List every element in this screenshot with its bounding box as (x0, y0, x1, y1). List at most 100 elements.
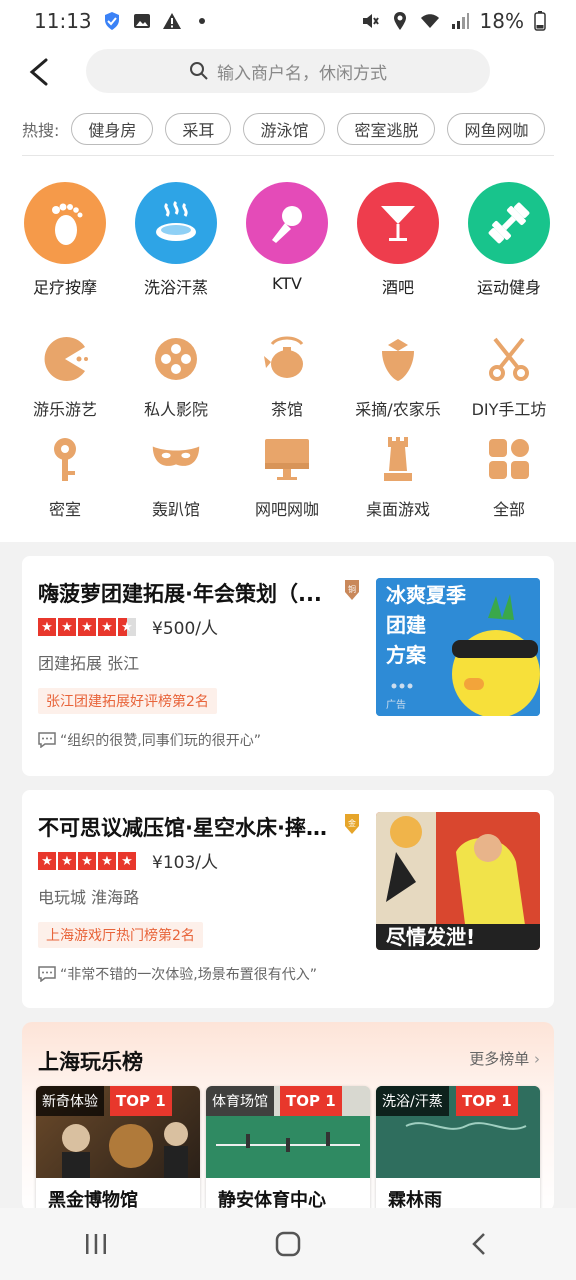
shield-icon (104, 12, 119, 30)
rank-badge[interactable]: 张江团建拓展好评榜第2名 (38, 688, 217, 714)
svg-text:广告: 广告 (386, 698, 406, 711)
home-icon[interactable] (274, 1230, 302, 1258)
category-ktv[interactable]: KTV (237, 182, 337, 293)
teapot-icon (262, 334, 312, 384)
ranking-card[interactable]: 体育场馆 TOP 1 静安体育中心 (206, 1086, 370, 1216)
category-diy[interactable]: DIY手工坊 (454, 334, 564, 420)
category-label: 茶馆 (270, 400, 303, 419)
chess-icon (373, 434, 423, 484)
ranking-title: 上海玩乐榜 (38, 1050, 143, 1074)
bath-icon (135, 182, 217, 264)
battery-icon (534, 11, 546, 31)
merchant-thumbnail: 冰爽夏季 团建 方案 广告 (376, 578, 540, 716)
star-icon: ★ (58, 852, 76, 870)
scissors-icon (484, 334, 534, 384)
half-star-icon: ★ (118, 618, 136, 636)
search-input[interactable]: 输入商户名，休闲方式 (86, 49, 490, 93)
category-foot-massage[interactable]: 足疗按摩 (15, 182, 115, 298)
star-icon: ★ (118, 852, 136, 870)
chevron-right-icon: › (534, 1050, 540, 1068)
category-label: 网吧网咖 (254, 500, 319, 519)
warning-icon (162, 13, 181, 29)
signal-icon (451, 13, 469, 29)
search-placeholder: 输入商户名，休闲方式 (217, 63, 387, 84)
hot-chip[interactable]: 密室逃脱 (337, 113, 436, 145)
top-badge: TOP 1 (456, 1086, 518, 1116)
category-fitness[interactable]: 运动健身 (459, 182, 559, 298)
hot-searches: 热搜: 健身房 采耳 游泳馆 密室逃脱 网鱼网咖 (0, 102, 576, 156)
search-bar: 输入商户名，休闲方式 (0, 42, 576, 102)
review-text: “非常不错的一次体验,场景布置很有代入” (60, 967, 317, 983)
star-icon: ★ (98, 618, 116, 636)
more-rankings-link[interactable]: 更多榜单 › (469, 1048, 540, 1069)
star-icon: ★ (38, 618, 56, 636)
strawberry-icon (373, 334, 423, 384)
category-bath[interactable]: 洗浴汗蒸 (126, 182, 226, 298)
gallery-icon (133, 14, 150, 28)
top-badge: TOP 1 (280, 1086, 342, 1116)
star-icon: ★ (78, 618, 96, 636)
hot-chip[interactable]: 游泳馆 (243, 113, 326, 145)
category-private-cinema[interactable]: 私人影院 (121, 334, 231, 420)
star-icon: ★ (38, 852, 56, 870)
merchant-tags: 电玩城 淮海路 (38, 888, 140, 907)
search-icon (190, 62, 208, 80)
category-party-house[interactable]: 轰趴馆 (121, 434, 231, 520)
review-text: “组织的很赞,同事们玩的很开心” (60, 733, 261, 749)
key-icon (40, 434, 90, 484)
hot-chip[interactable]: 健身房 (71, 113, 154, 145)
recent-apps-icon[interactable] (82, 1230, 110, 1258)
category-label: 全部 (492, 500, 525, 519)
category-farm[interactable]: 采摘/农家乐 (343, 334, 453, 420)
gold-medal-icon: 金 (345, 814, 359, 834)
category-label: 足疗按摩 (32, 278, 97, 297)
category-label: DIY手工坊 (471, 400, 547, 419)
mute-icon (362, 14, 379, 28)
location-icon (393, 12, 406, 30)
comment-icon (38, 732, 56, 748)
merchant-card[interactable]: 不可思议减压馆·星空水床·摔... 金 ★ ★ ★ ★ ★ ¥103/人 电玩城… (22, 790, 554, 1008)
comment-icon (38, 966, 56, 982)
category-internet-cafe[interactable]: 网吧网咖 (232, 434, 342, 520)
price: ¥500/人 (152, 619, 218, 639)
category-bar[interactable]: 酒吧 (348, 182, 448, 298)
category-escape-room[interactable]: 密室 (10, 434, 120, 520)
hot-chip[interactable]: 采耳 (165, 113, 232, 145)
hot-chip[interactable]: 网鱼网咖 (447, 113, 546, 145)
review: “组织的很赞,同事们玩的很开心” (38, 730, 261, 750)
microphone-icon (246, 182, 328, 264)
merchant-thumbnail: 尽情发泄! (376, 812, 540, 950)
category-label: 采摘/农家乐 (355, 400, 441, 419)
ranking-card[interactable]: 新奇体验 TOP 1 黑金博物馆 (36, 1086, 200, 1216)
svg-text:团建: 团建 (386, 613, 426, 637)
category-teahouse[interactable]: 茶馆 (232, 334, 342, 420)
back-icon[interactable] (466, 1230, 494, 1258)
star-icon: ★ (58, 618, 76, 636)
category-all[interactable]: 全部 (454, 434, 564, 520)
merchant-card[interactable]: 嗨菠萝团建拓展·年会策划（... 铜 ★ ★ ★ ★ ★ ¥500/人 团建拓展… (22, 556, 554, 776)
back-arrow-icon[interactable] (22, 52, 58, 92)
grid-icon (484, 434, 534, 484)
ranking-card[interactable]: 洗浴/汗蒸 TOP 1 霖林雨 (376, 1086, 540, 1216)
merchant-title: 不可思议减压馆·星空水床·摔... (38, 816, 328, 840)
pacman-icon (40, 334, 90, 384)
category-label: 私人影院 (143, 400, 208, 419)
star-icon: ★ (98, 852, 116, 870)
category-grid: 足疗按摩 洗浴汗蒸 KTV 酒吧 运动健身 游乐游艺 私人影院 茶馆 采摘/农家… (0, 156, 576, 542)
notification-dot-icon (198, 18, 205, 24)
system-nav-bar (0, 1208, 576, 1280)
rating-stars: ★ ★ ★ ★ ★ (38, 852, 136, 870)
rating-stars: ★ ★ ★ ★ ★ (38, 618, 136, 636)
svg-text:金: 金 (348, 818, 356, 828)
merchant-tags: 团建拓展 张江 (38, 654, 140, 673)
ranking-category: 体育场馆 (206, 1086, 274, 1116)
mask-icon (151, 434, 201, 484)
svg-text:方案: 方案 (386, 643, 427, 667)
review: “非常不错的一次体验,场景布置很有代入” (38, 964, 317, 984)
monitor-icon (262, 434, 312, 484)
svg-text:冰爽夏季: 冰爽夏季 (386, 583, 466, 607)
rank-badge[interactable]: 上海游戏厅热门榜第2名 (38, 922, 203, 948)
category-board-games[interactable]: 桌面游戏 (343, 434, 453, 520)
category-arcade[interactable]: 游乐游艺 (10, 334, 120, 420)
status-bar: 11:13 18% (0, 0, 576, 42)
